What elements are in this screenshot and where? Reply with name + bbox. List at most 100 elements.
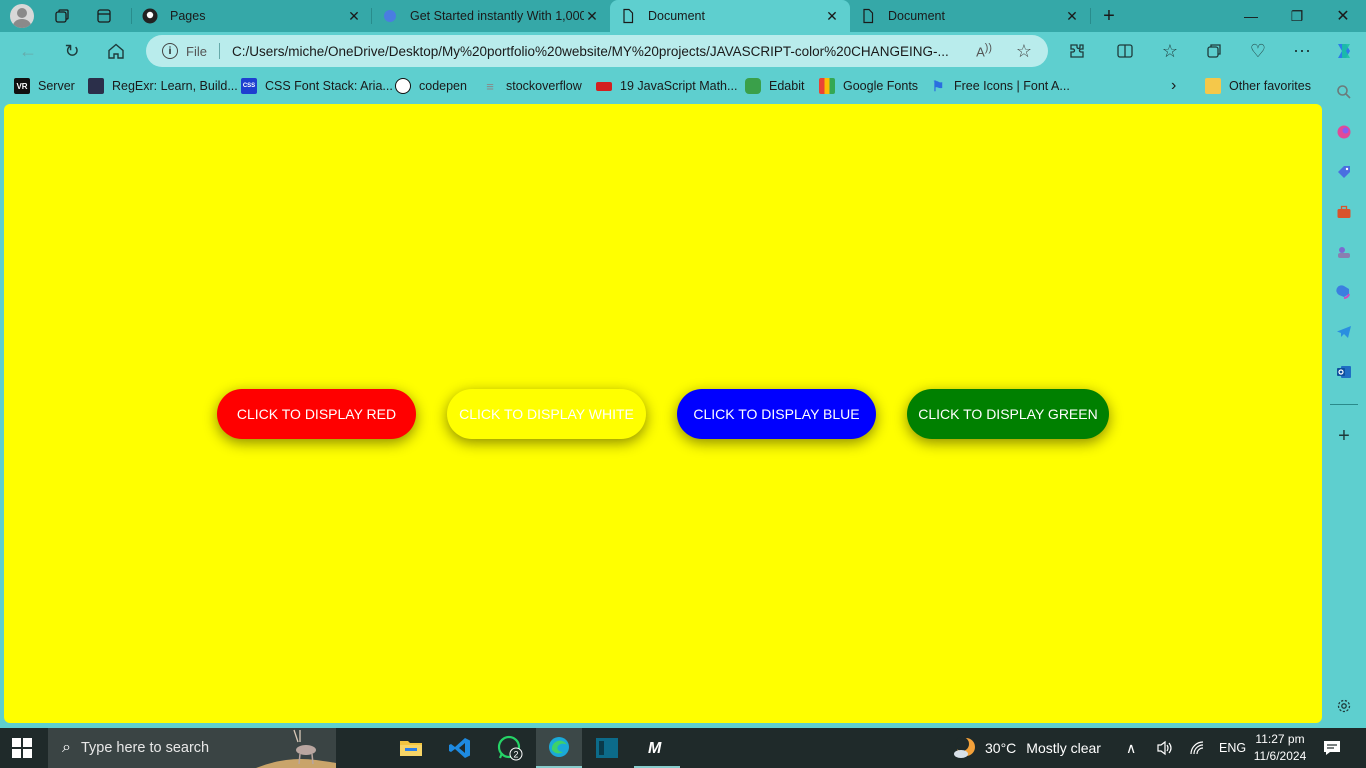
favorite-label: RegExr: Learn, Build... — [112, 79, 238, 93]
file-explorer-icon[interactable] — [388, 728, 434, 768]
show-hidden-icons-chevron-icon[interactable]: ∧ — [1126, 728, 1136, 768]
favorites-bar: VR Server RegExr: Learn, Build... CSS CS… — [0, 70, 1366, 102]
restore-icon[interactable]: ❐ — [1274, 0, 1320, 32]
minimize-icon[interactable]: — — [1228, 0, 1274, 32]
regexr-icon — [88, 78, 104, 94]
tab-document-active[interactable]: Document ✕ — [610, 0, 850, 32]
favorite-javascript-math[interactable]: 19 JavaScript Math... — [596, 77, 737, 95]
folder-icon — [1205, 78, 1221, 94]
profile-avatar-icon[interactable] — [10, 4, 34, 28]
flag-icon: ⚑ — [931, 77, 945, 94]
edge-sidebar: + — [1322, 70, 1366, 728]
tab-title: Document — [888, 9, 945, 23]
display-blue-button[interactable]: CLICK TO DISPLAY BLUE — [677, 389, 876, 439]
css-font-stack-icon: CSS — [241, 78, 257, 94]
taskbar-clock[interactable]: 11:27 pm 11/6/2024 — [1250, 731, 1310, 765]
favorite-codepen[interactable]: codepen — [395, 77, 467, 95]
close-tab-icon[interactable]: ✕ — [346, 8, 362, 25]
weather-condition: Mostly clear — [1026, 740, 1101, 756]
back-arrow-icon[interactable]: ← — [16, 39, 40, 63]
taskbar-search-box[interactable]: ⌕ Type here to search — [48, 728, 336, 768]
tab-actions-icon[interactable] — [93, 5, 115, 27]
tab-pages[interactable]: Pages ✕ — [132, 0, 372, 32]
new-tab-icon[interactable]: + — [1098, 5, 1120, 27]
split-screen-icon[interactable] — [1113, 39, 1137, 63]
terminal-app-icon[interactable]: M — [634, 728, 680, 768]
workspaces-icon[interactable] — [51, 5, 73, 27]
microsoft-365-icon[interactable] — [1334, 282, 1354, 302]
favorite-edabit[interactable]: Edabit — [745, 77, 804, 95]
home-icon[interactable] — [104, 39, 128, 63]
more-options-icon[interactable]: ⋯ — [1290, 39, 1314, 63]
read-aloud-icon[interactable]: A)) — [976, 42, 992, 59]
page-content: CLICK TO DISPLAY RED CLICK TO DISPLAY WH… — [4, 104, 1322, 723]
site-icon — [382, 8, 398, 24]
app-icon[interactable] — [584, 728, 630, 768]
collections-icon[interactable] — [1202, 39, 1226, 63]
weather-temp: 30°C — [985, 740, 1017, 756]
language-indicator[interactable]: ENG — [1219, 728, 1246, 768]
info-icon[interactable]: i — [162, 43, 178, 59]
favorite-star-icon[interactable]: ☆ — [1016, 41, 1032, 62]
whatsapp-badge: 2 — [513, 750, 518, 760]
other-favorites[interactable]: Other favorites — [1205, 77, 1311, 95]
close-tab-icon[interactable]: ✕ — [824, 8, 840, 25]
close-window-icon[interactable]: ✕ — [1320, 0, 1366, 32]
search-highlight-image — [256, 728, 336, 768]
browser-essentials-icon[interactable]: ♡ — [1246, 39, 1270, 63]
network-icon[interactable] — [1189, 728, 1207, 768]
refresh-icon[interactable]: ↻ — [60, 39, 84, 63]
tab-title: Document — [648, 9, 705, 23]
favorites-icon[interactable]: ☆ — [1158, 39, 1182, 63]
extensions-icon[interactable] — [1065, 39, 1089, 63]
search-icon: ⌕ — [62, 739, 71, 756]
copilot-sidebar-icon[interactable] — [1334, 122, 1354, 142]
page-icon — [620, 8, 636, 24]
javascript-math-icon — [596, 81, 612, 91]
sidebar-settings-gear-icon[interactable] — [1334, 696, 1354, 716]
clock-date: 11/6/2024 — [1253, 749, 1307, 763]
favorite-google-fonts[interactable]: Google Fonts — [819, 77, 918, 95]
games-icon[interactable] — [1334, 242, 1354, 262]
edge-taskbar-icon[interactable] — [536, 728, 582, 768]
page-icon — [860, 8, 876, 24]
address-bar[interactable]: i File C:/Users/miche/OneDrive/Desktop/M… — [146, 35, 1048, 67]
search-icon[interactable] — [1334, 82, 1354, 102]
notifications-icon[interactable] — [1323, 728, 1341, 768]
favorite-css-font-stack[interactable]: CSS CSS Font Stack: Aria... — [241, 77, 393, 95]
url-text[interactable]: C:/Users/miche/OneDrive/Desktop/My%20por… — [232, 44, 972, 59]
close-tab-icon[interactable]: ✕ — [584, 8, 600, 25]
tab-document[interactable]: Document ✕ — [850, 0, 1090, 32]
telegram-icon[interactable] — [1334, 322, 1354, 342]
google-fonts-icon — [819, 78, 835, 94]
outlook-icon[interactable] — [1334, 362, 1354, 382]
favorite-font-awesome[interactable]: ⚑ Free Icons | Font A... — [930, 77, 1070, 95]
display-white-button[interactable]: CLICK TO DISPLAY WHITE — [447, 389, 646, 439]
favorite-label: Other favorites — [1229, 79, 1311, 93]
favorite-label: 19 JavaScript Math... — [620, 79, 738, 93]
copilot-icon[interactable] — [1332, 39, 1356, 63]
clock-time: 11:27 pm — [1255, 732, 1305, 746]
svg-text:M: M — [648, 740, 662, 756]
favorite-stockoverflow[interactable]: ≡ stockoverflow — [482, 77, 582, 95]
favorite-server[interactable]: VR Server — [14, 77, 75, 95]
add-sidebar-app-icon[interactable]: + — [1334, 425, 1354, 447]
tab-get-started[interactable]: Get Started instantly With 1,000+ ✕ — [372, 0, 610, 32]
weather-widget[interactable]: 30°C Mostly clear — [953, 728, 1101, 768]
display-green-button[interactable]: CLICK TO DISPLAY GREEN — [907, 389, 1109, 439]
chevron-right-icon[interactable]: › — [1171, 77, 1176, 95]
whatsapp-icon[interactable]: 2 — [487, 728, 533, 768]
search-placeholder: Type here to search — [80, 740, 210, 756]
volume-icon[interactable] — [1156, 728, 1174, 768]
shopping-tag-icon[interactable] — [1334, 162, 1354, 182]
vr-icon: VR — [14, 78, 30, 94]
windows-start-icon[interactable] — [12, 738, 32, 758]
close-tab-icon[interactable]: ✕ — [1064, 8, 1080, 25]
display-red-button[interactable]: CLICK TO DISPLAY RED — [217, 389, 416, 439]
stackoverflow-icon: ≡ — [486, 78, 494, 94]
favorite-label: Free Icons | Font A... — [954, 79, 1070, 93]
favorite-label: stockoverflow — [506, 79, 582, 93]
tools-briefcase-icon[interactable] — [1334, 202, 1354, 222]
favorite-regexr[interactable]: RegExr: Learn, Build... — [88, 77, 238, 95]
vscode-icon[interactable] — [437, 728, 483, 768]
